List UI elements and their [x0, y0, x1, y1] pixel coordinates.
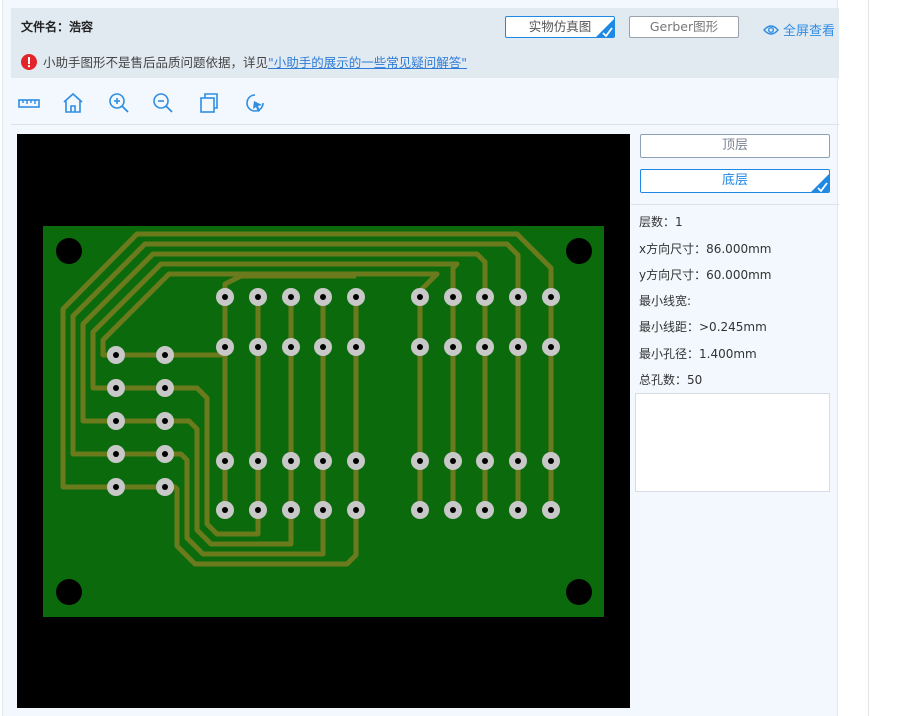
pointer-refresh-icon[interactable] [243, 91, 267, 115]
mount-hole [566, 238, 592, 264]
min-trace-width: 最小线宽: [639, 294, 692, 308]
sidebar-divider [631, 204, 839, 205]
warning-notice: 小助手图形不是售后品质问题依据，详见 "小助手的展示的一些常见疑问解答" [21, 52, 467, 71]
selected-check-icon [596, 19, 614, 37]
x-size: x方向尺寸：86.000mm [639, 242, 772, 256]
bottom-layer-label: 底层 [721, 173, 748, 188]
warning-text: 小助手图形不是售后品质问题依据，详见 [43, 55, 269, 70]
pcb-board-canvas[interactable] [17, 134, 630, 708]
layer-count: 层数：1 [639, 215, 683, 229]
faq-link[interactable]: "小助手的展示的一些常见疑问解答" [268, 52, 467, 71]
simulate-view-button[interactable]: 实物仿真图 [505, 16, 615, 38]
top-layer-button[interactable]: 顶层 [640, 134, 830, 158]
mount-hole [56, 579, 82, 605]
ruler-icon[interactable] [17, 91, 41, 115]
warning-icon [21, 53, 37, 70]
zoom-out-icon[interactable] [151, 91, 175, 115]
mount-hole [566, 579, 592, 605]
filename-label: 文件名：浩容 [21, 20, 94, 34]
viewer-toolbar [11, 82, 839, 125]
right-gutter [838, 0, 902, 716]
min-hole-size: 最小孔径：1.400mm [639, 347, 757, 361]
mount-hole [56, 238, 82, 264]
info-box [635, 393, 830, 492]
zoom-in-icon[interactable] [107, 91, 131, 115]
viewer-header: 文件名：浩容 实物仿真图 Gerber图形 全屏查看 小助手图形不是售后品质问题… [11, 8, 839, 78]
gutter-divider [868, 0, 869, 716]
total-hole-count: 总孔数：50 [639, 373, 703, 387]
gerber-view-button[interactable]: Gerber图形 [629, 16, 739, 38]
min-trace-spacing: 最小线距：>0.245mm [639, 320, 767, 334]
fullscreen-link[interactable]: 全屏查看 [763, 20, 835, 39]
layer-info-sidebar: 顶层 底层 层数：1 x方向尺寸：86.000mm y方向尺寸：60.000mm… [631, 124, 839, 716]
home-icon[interactable] [61, 91, 85, 115]
copy-icon[interactable] [197, 91, 221, 115]
simulate-view-label: 实物仿真图 [528, 19, 592, 34]
pcb-viewer-panel: 文件名：浩容 实物仿真图 Gerber图形 全屏查看 小助手图形不是售后品质问题… [2, 0, 839, 716]
y-size: y方向尺寸：60.000mm [639, 268, 772, 282]
fullscreen-label: 全屏查看 [783, 24, 836, 39]
gerber-view-label: Gerber图形 [649, 19, 719, 34]
selected-check-icon [811, 174, 829, 192]
bottom-layer-button[interactable]: 底层 [640, 169, 830, 193]
eye-icon [763, 24, 779, 35]
pcb-board-svg [43, 226, 604, 617]
top-layer-label: 顶层 [721, 138, 748, 153]
